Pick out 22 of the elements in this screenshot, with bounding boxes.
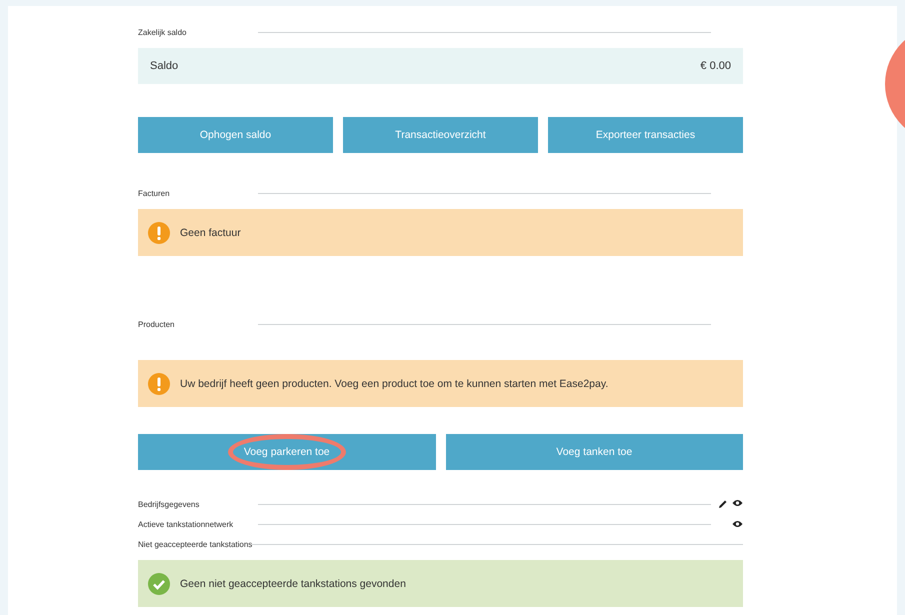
alert-message: Uw bedrijf heeft geen producten. Voeg een product toe om te kunnen starten met Ease2pay. [180,378,608,390]
check-icon [148,572,170,594]
section-heading: Niet geaccepteerde tankstations [138,540,252,548]
warning-icon [148,222,170,244]
eye-icon[interactable] [732,499,743,507]
section-heading: Facturen [138,188,171,198]
section-heading: Bedrijfsgegevens [138,500,200,508]
pencil-icon[interactable] [718,499,728,509]
balance-amount: € 0.00 [700,60,731,72]
alert-message: Geen niet geaccepteerde tankstations gevonden [180,578,406,590]
action-button[interactable]: Voeg tanken toe [446,434,743,470]
alert-message: Geen factuur [180,226,241,238]
section-heading: Zakelijk saldo [138,28,188,36]
warning-icon [148,372,170,394]
action-button[interactable]: Transactieoverzicht [343,117,538,153]
section-heading: Producten [138,320,176,328]
action-button[interactable]: Exporteer transacties [548,117,743,153]
eye-icon[interactable] [732,520,743,528]
action-button[interactable]: Voeg parkeren toe [138,434,436,470]
action-button[interactable]: Ophogen saldo [138,117,333,153]
balance-label: Saldo [150,60,178,72]
section-heading: Actieve tankstationnetwerk [138,520,234,528]
